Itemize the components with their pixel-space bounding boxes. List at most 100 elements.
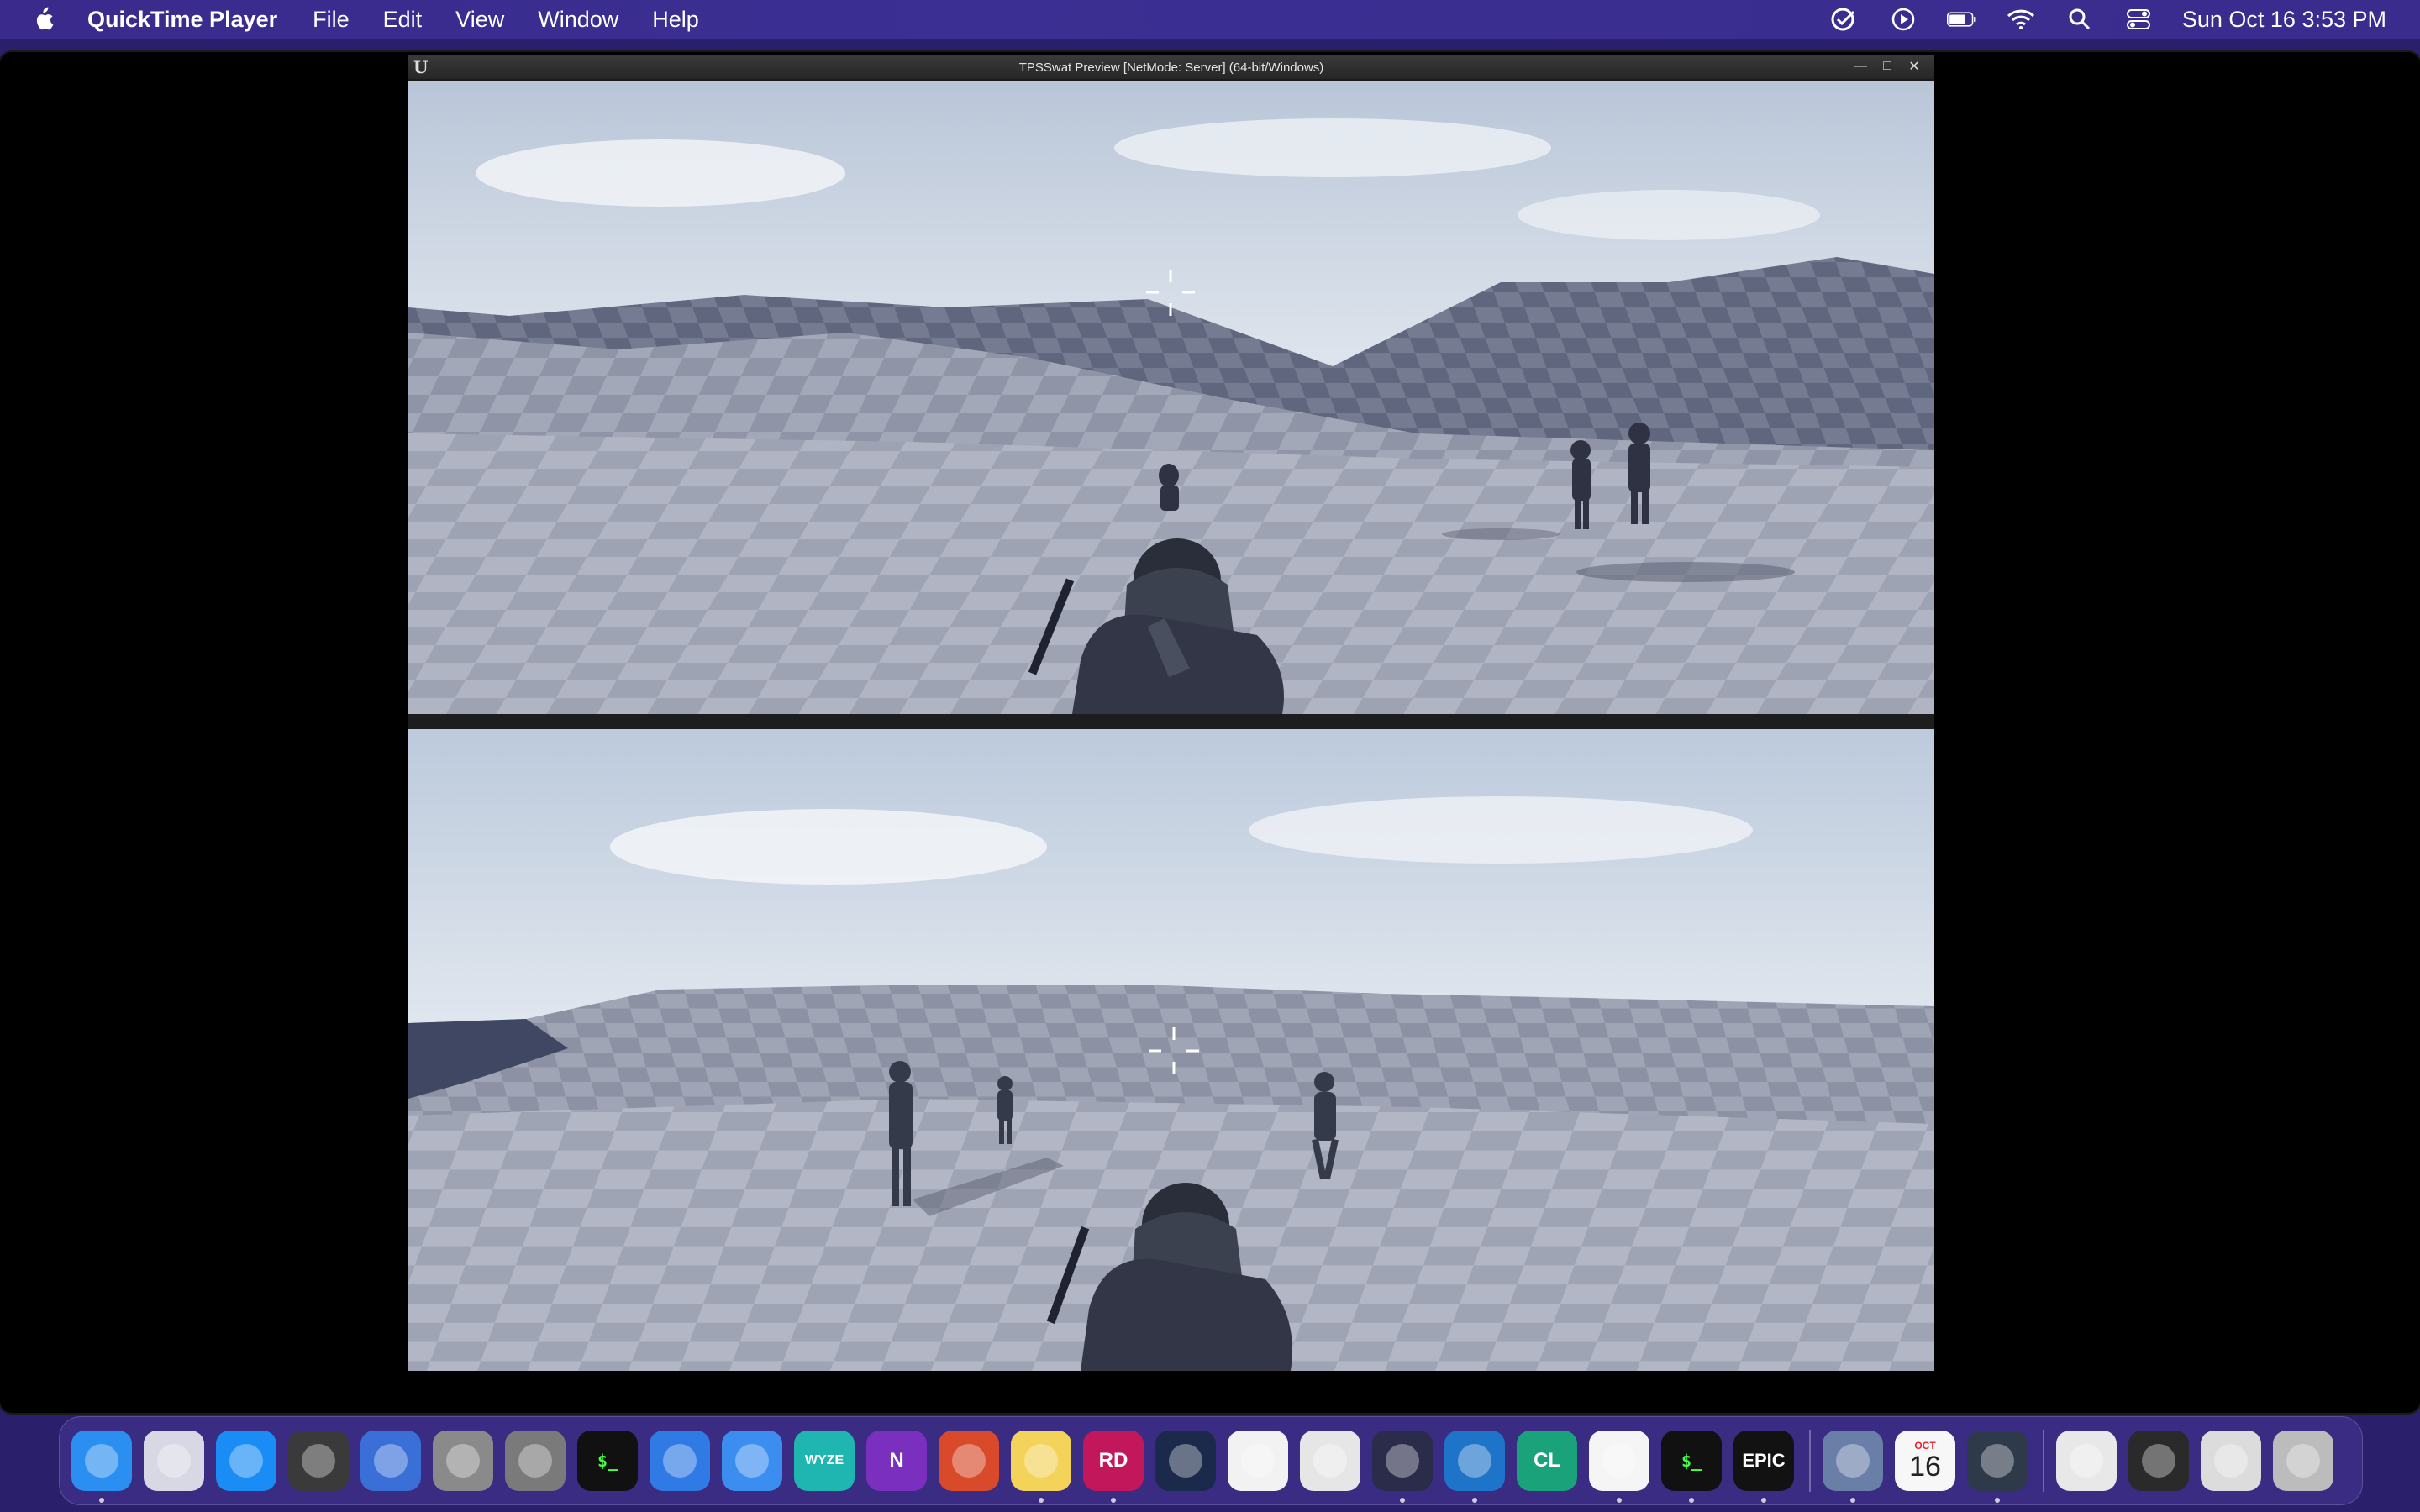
terminal-icon[interactable]: $_ — [577, 1431, 638, 1491]
quicktime-window: U TPSSwat Preview [NetMode: Server] (64-… — [0, 52, 2420, 1413]
finder-glyph — [85, 1444, 118, 1478]
vscode-glyph — [1458, 1444, 1491, 1478]
menu-file[interactable]: File — [313, 7, 350, 33]
menu-view[interactable]: View — [455, 7, 504, 33]
viewport-divider — [408, 714, 1934, 729]
window-thumb-glyph — [2142, 1444, 2175, 1478]
launchpad-icon[interactable] — [144, 1431, 204, 1491]
dock-separator — [1809, 1430, 1811, 1492]
swift-playgrounds-glyph — [374, 1444, 408, 1478]
steam-icon[interactable] — [1155, 1431, 1216, 1491]
status-area: Sun Oct 16 3:53 PM — [1829, 0, 2386, 39]
game-window-titlebar: U TPSSwat Preview [NetMode: Server] (64-… — [408, 55, 1934, 79]
running-indicator — [1111, 1498, 1116, 1503]
dock-item-label: RD — [1098, 1449, 1128, 1472]
unity-icon[interactable] — [1300, 1431, 1360, 1491]
dock-separator — [2043, 1430, 2044, 1492]
menu-window[interactable]: Window — [538, 7, 618, 33]
rider-icon[interactable]: RD — [1083, 1431, 1144, 1503]
xcode-icon[interactable] — [722, 1431, 782, 1491]
dock-item-label: $_ — [1681, 1451, 1702, 1471]
html-file-icon[interactable] — [2056, 1431, 2117, 1491]
dvd-player-icon[interactable] — [288, 1431, 349, 1491]
apple-menu-icon[interactable] — [29, 5, 57, 34]
calendar-icon[interactable]: OCT 16 — [1895, 1431, 1955, 1491]
steam-glyph — [1169, 1444, 1202, 1478]
menu-edit[interactable]: Edit — [383, 7, 423, 33]
running-indicator — [99, 1498, 104, 1503]
dock-item-label: WYZE — [804, 1453, 844, 1467]
system-preferences-glyph — [518, 1444, 552, 1478]
quicktime-glyph — [1981, 1444, 2014, 1478]
checklist-icon[interactable] — [1829, 7, 1860, 32]
window-thumb-2-icon[interactable] — [2201, 1431, 2261, 1491]
launchpad-glyph — [157, 1444, 191, 1478]
system-preferences-icon[interactable] — [505, 1431, 566, 1491]
remote-desktop-glyph — [952, 1444, 986, 1478]
play-circle-icon[interactable] — [1888, 7, 1918, 32]
game-window-title: TPSSwat Preview [NetMode: Server] (64-bi… — [1018, 60, 1324, 75]
sublime-glyph — [1386, 1444, 1419, 1478]
preview-2-glyph — [1836, 1444, 1870, 1478]
control-center-icon[interactable] — [2123, 7, 2154, 32]
unity-glyph — [1313, 1444, 1347, 1478]
finder-icon[interactable] — [71, 1431, 132, 1503]
wyze-icon[interactable]: WYZE — [794, 1431, 855, 1491]
quicktime-icon[interactable] — [1967, 1431, 2028, 1503]
clion-icon[interactable]: CL — [1517, 1431, 1577, 1491]
battery-icon[interactable] — [1946, 7, 1977, 32]
menubar-clock[interactable]: Sun Oct 16 3:53 PM — [2182, 7, 2386, 33]
swift-playgrounds-icon[interactable] — [360, 1431, 421, 1491]
running-indicator — [1400, 1498, 1405, 1503]
calendar-month: OCT — [1914, 1440, 1936, 1452]
trash-icon[interactable] — [2273, 1431, 2333, 1491]
instruments-icon[interactable] — [1228, 1431, 1288, 1491]
epic-games-icon[interactable]: EPIC — [1733, 1431, 1794, 1503]
dock-item-label: EPIC — [1742, 1450, 1786, 1471]
menu-help[interactable]: Help — [652, 7, 699, 33]
running-indicator — [1617, 1498, 1622, 1503]
xcode-instruments-icon[interactable] — [650, 1431, 710, 1491]
spotlight-search-icon[interactable] — [2065, 7, 2095, 32]
viewport-bottom[interactable] — [408, 729, 1934, 1371]
window-thumb-2-glyph — [2214, 1444, 2248, 1478]
vscode-icon[interactable] — [1444, 1431, 1505, 1503]
wifi-icon[interactable] — [2006, 7, 2036, 32]
chrome-glyph — [1602, 1444, 1636, 1478]
notes-icon[interactable] — [1011, 1431, 1071, 1503]
minimize-icon[interactable]: — — [1850, 58, 1870, 75]
terminal-2-icon[interactable]: $_ — [1661, 1431, 1722, 1503]
xcode-glyph — [735, 1444, 769, 1478]
running-indicator — [1850, 1498, 1855, 1503]
unreal-logo-icon: U — [413, 57, 429, 77]
sublime-icon[interactable] — [1372, 1431, 1433, 1503]
dock-item-label: $_ — [597, 1451, 618, 1471]
preview-2-icon[interactable] — [1823, 1431, 1883, 1503]
xcode-instruments-glyph — [663, 1444, 697, 1478]
window-thumb-icon[interactable] — [2128, 1431, 2189, 1491]
app-store-glyph — [229, 1444, 263, 1478]
preview-icon[interactable] — [433, 1431, 493, 1491]
app-store-icon[interactable] — [216, 1431, 276, 1491]
html-file-glyph — [2070, 1444, 2103, 1478]
preview-glyph — [446, 1444, 480, 1478]
running-indicator — [1761, 1498, 1766, 1503]
menu-bar: QuickTime Player File Edit View Window H… — [0, 0, 2420, 39]
maximize-icon[interactable]: □ — [1877, 58, 1897, 75]
dock-item-label: CL — [1534, 1449, 1560, 1472]
running-indicator — [1995, 1498, 2000, 1503]
onenote-icon[interactable]: N — [866, 1431, 927, 1491]
game-preview-window: U TPSSwat Preview [NetMode: Server] (64-… — [408, 55, 1934, 1371]
menu-app-name[interactable]: QuickTime Player — [87, 7, 277, 33]
viewport-top[interactable] — [408, 81, 1934, 714]
dock-item-label: N — [889, 1449, 904, 1472]
running-indicator — [1039, 1498, 1044, 1503]
remote-desktop-icon[interactable] — [939, 1431, 999, 1491]
running-indicator — [1689, 1498, 1694, 1503]
dock: $_ WYZE N RD CL $_ EPIC OCT 16 — [59, 1416, 2363, 1505]
instruments-glyph — [1241, 1444, 1275, 1478]
trash-glyph — [2286, 1444, 2320, 1478]
running-indicator — [1472, 1498, 1477, 1503]
close-icon[interactable]: ✕ — [1904, 58, 1924, 75]
chrome-icon[interactable] — [1589, 1431, 1649, 1503]
